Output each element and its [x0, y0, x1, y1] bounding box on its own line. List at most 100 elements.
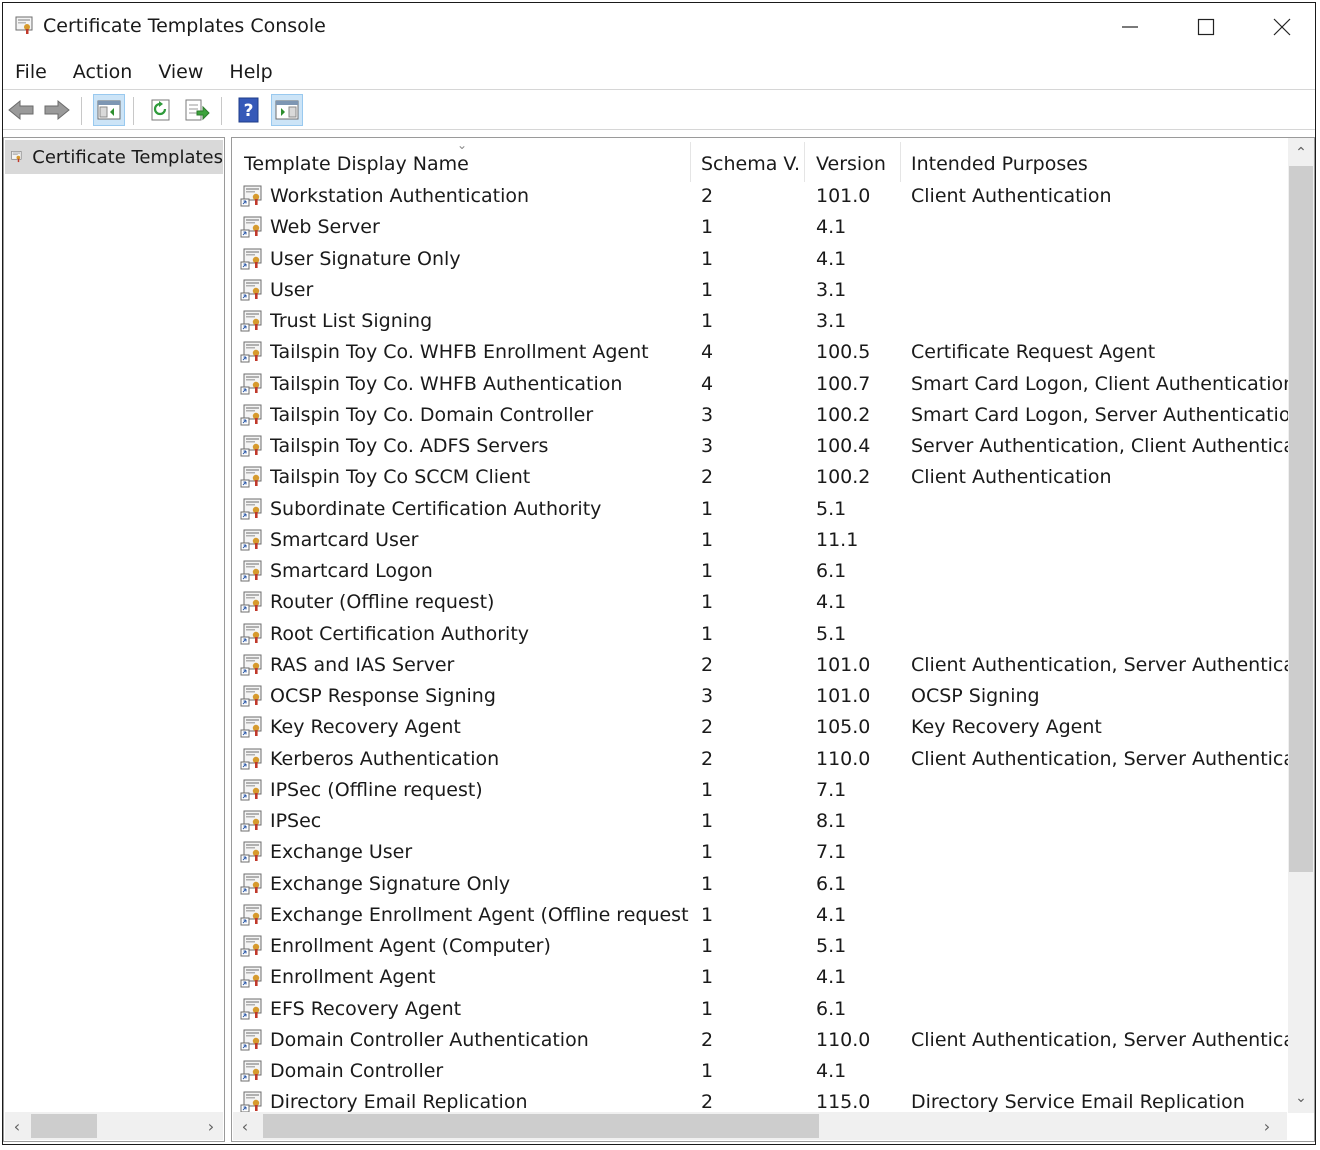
template-name-cell: Smartcard Logon [270, 560, 433, 582]
scroll-right-arrow-icon[interactable]: › [199, 1112, 223, 1140]
refresh-button[interactable] [145, 94, 177, 126]
certificate-template-icon [240, 466, 262, 488]
table-row[interactable]: Tailspin Toy Co SCCM Client 2 100.2 Client … [232, 462, 1288, 493]
template-name-cell: Tailspin Toy Co. ADFS Servers [270, 435, 549, 457]
table-row[interactable]: IPSec 1 8.1 [232, 806, 1288, 837]
version-cell: 105.0 [816, 716, 871, 739]
help-icon: ? [238, 97, 259, 123]
column-divider[interactable] [690, 142, 691, 182]
menu-view[interactable]: View [145, 55, 216, 89]
table-row[interactable]: Web Server 1 4.1 [232, 212, 1288, 243]
tree-horizontal-scrollbar[interactable]: ‹ › [5, 1112, 223, 1140]
column-header-schema-version[interactable]: Schema V... [701, 138, 801, 178]
version-cell: 4.1 [816, 903, 847, 926]
schema-version-cell: 1 [701, 591, 714, 614]
export-list-icon [185, 99, 210, 121]
scroll-left-arrow-icon[interactable]: ‹ [5, 1112, 29, 1140]
table-row[interactable]: RAS and IAS Server 2 101.0 Client Authentic… [232, 650, 1289, 681]
table-row[interactable]: Root Certification Authority 1 5.1 [232, 619, 1288, 650]
column-header-intended-purposes[interactable]: Intended Purposes [911, 138, 1281, 178]
table-row[interactable]: OCSP Response Signing 3 101.0 OCSP Signing [232, 681, 1288, 712]
menu-help[interactable]: Help [216, 55, 285, 89]
window-title: Certificate Templates Console [43, 15, 326, 37]
table-row[interactable]: Enrollment Agent 1 4.1 [232, 962, 1288, 993]
table-row[interactable]: Domain Controller 1 4.1 [232, 1056, 1288, 1087]
schema-version-cell: 4 [701, 341, 714, 364]
table-row[interactable]: IPSec (Offline request) 1 7.1 [232, 775, 1288, 806]
column-divider[interactable] [804, 142, 805, 182]
template-name-cell: OCSP Response Signing [270, 685, 496, 707]
tree-item-certificate-templates[interactable]: Certificate Templates [5, 140, 223, 174]
table-row[interactable]: Smartcard User 1 11.1 [232, 525, 1288, 556]
template-name-cell: Domain Controller Authentication [270, 1028, 589, 1051]
table-row[interactable]: Exchange Signature Only 1 6.1 [232, 869, 1288, 900]
table-row[interactable]: Tailspin Toy Co. Domain Controller 3 100.2… [232, 400, 1289, 431]
maximize-button[interactable] [1168, 3, 1244, 51]
schema-version-cell: 1 [701, 560, 714, 582]
help-button[interactable]: ? [233, 94, 265, 126]
scroll-thumb[interactable] [31, 1114, 97, 1138]
list-horizontal-scrollbar[interactable]: ‹ › [233, 1112, 1287, 1140]
schema-version-cell: 1 [701, 810, 714, 832]
table-row[interactable]: Exchange Enrollment Agent (Offline reque… [232, 900, 1288, 931]
table-row[interactable]: Workstation Authentication 2 101.0 Client A… [232, 181, 1288, 212]
table-row[interactable]: Tailspin Toy Co. WHFB Enrollment Agent 4 1… [232, 337, 1288, 368]
show-hide-action-pane-button[interactable] [271, 94, 303, 126]
schema-version-cell: 3 [701, 435, 714, 457]
table-row[interactable]: Tailspin Toy Co. ADFS Servers 3 100.4 Serve… [232, 431, 1289, 462]
certificate-template-icon [240, 1029, 262, 1051]
intended-purposes-cell [911, 306, 1289, 337]
menu-file[interactable]: File [3, 55, 60, 89]
toolbar-divider-line [3, 129, 1315, 130]
scroll-down-arrow-icon[interactable]: ⌄ [1288, 1085, 1314, 1111]
minimize-button[interactable] [1092, 3, 1168, 51]
close-icon [1273, 18, 1291, 36]
close-button[interactable] [1244, 3, 1315, 51]
table-row[interactable]: Domain Controller Authentication 2 110.0 Cl… [232, 1025, 1289, 1056]
table-row[interactable]: Smartcard Logon 1 6.1 [232, 556, 1288, 587]
intended-purposes-cell [911, 994, 1289, 1025]
intended-purposes-cell: Smart Card Logon, Client Authentication [911, 372, 1289, 395]
scroll-up-arrow-icon[interactable]: ⌃ [1288, 140, 1314, 166]
table-row[interactable]: Tailspin Toy Co. WHFB Authentication 4 100… [232, 369, 1289, 400]
export-list-button[interactable] [181, 94, 213, 126]
certificate-template-icon [240, 529, 262, 551]
version-cell: 7.1 [816, 778, 847, 801]
intended-purposes-cell [911, 525, 1289, 556]
table-row[interactable]: User 1 3.1 [232, 275, 1288, 306]
table-row[interactable]: User Signature Only 1 4.1 [232, 244, 1288, 275]
list-vertical-scrollbar[interactable]: ⌃ ⌄ [1288, 138, 1314, 1113]
template-name-cell: Tailspin Toy Co. WHFB Enrollment Agent [270, 341, 649, 364]
back-arrow-icon [8, 99, 34, 121]
schema-version-cell: 2 [701, 1028, 714, 1051]
forward-button[interactable] [41, 94, 73, 126]
scroll-right-arrow-icon[interactable]: › [1255, 1112, 1279, 1140]
scroll-thumb[interactable] [263, 1114, 819, 1138]
table-row[interactable]: Kerberos Authentication 2 110.0 Client Auth… [232, 744, 1289, 775]
intended-purposes-cell [911, 244, 1289, 275]
show-hide-console-tree-button[interactable] [93, 94, 125, 126]
table-row[interactable]: Subordinate Certification Authority 1 5.1 [232, 494, 1288, 525]
toolbar: ? [3, 91, 1315, 129]
column-header-version[interactable]: Version [816, 138, 896, 178]
table-row[interactable]: Key Recovery Agent 2 105.0 Key Recovery Age… [232, 712, 1288, 743]
toolbar-divider [221, 97, 222, 125]
table-row[interactable]: Router (Offline request) 1 4.1 [232, 587, 1288, 618]
table-row[interactable]: Exchange User 1 7.1 [232, 837, 1288, 868]
scroll-left-arrow-icon[interactable]: ‹ [233, 1112, 257, 1140]
table-row[interactable]: EFS Recovery Agent 1 6.1 [232, 994, 1288, 1025]
table-row[interactable]: Enrollment Agent (Computer) 1 5.1 [232, 931, 1288, 962]
version-cell: 101.0 [816, 653, 871, 676]
intended-purposes-cell [911, 212, 1289, 243]
menu-action[interactable]: Action [60, 55, 146, 89]
menu-bar: File Action View Help [3, 55, 1315, 89]
template-name-cell: Domain Controller [270, 1060, 444, 1082]
column-divider[interactable] [900, 142, 901, 182]
version-cell: 110.0 [816, 1028, 871, 1051]
console-tree-icon [97, 100, 121, 120]
back-button[interactable] [5, 94, 37, 126]
table-row[interactable]: Trust List Signing 1 3.1 [232, 306, 1288, 337]
certificate-template-icon [240, 279, 262, 301]
scroll-thumb[interactable] [1289, 166, 1313, 872]
version-cell: 110.0 [816, 747, 871, 770]
